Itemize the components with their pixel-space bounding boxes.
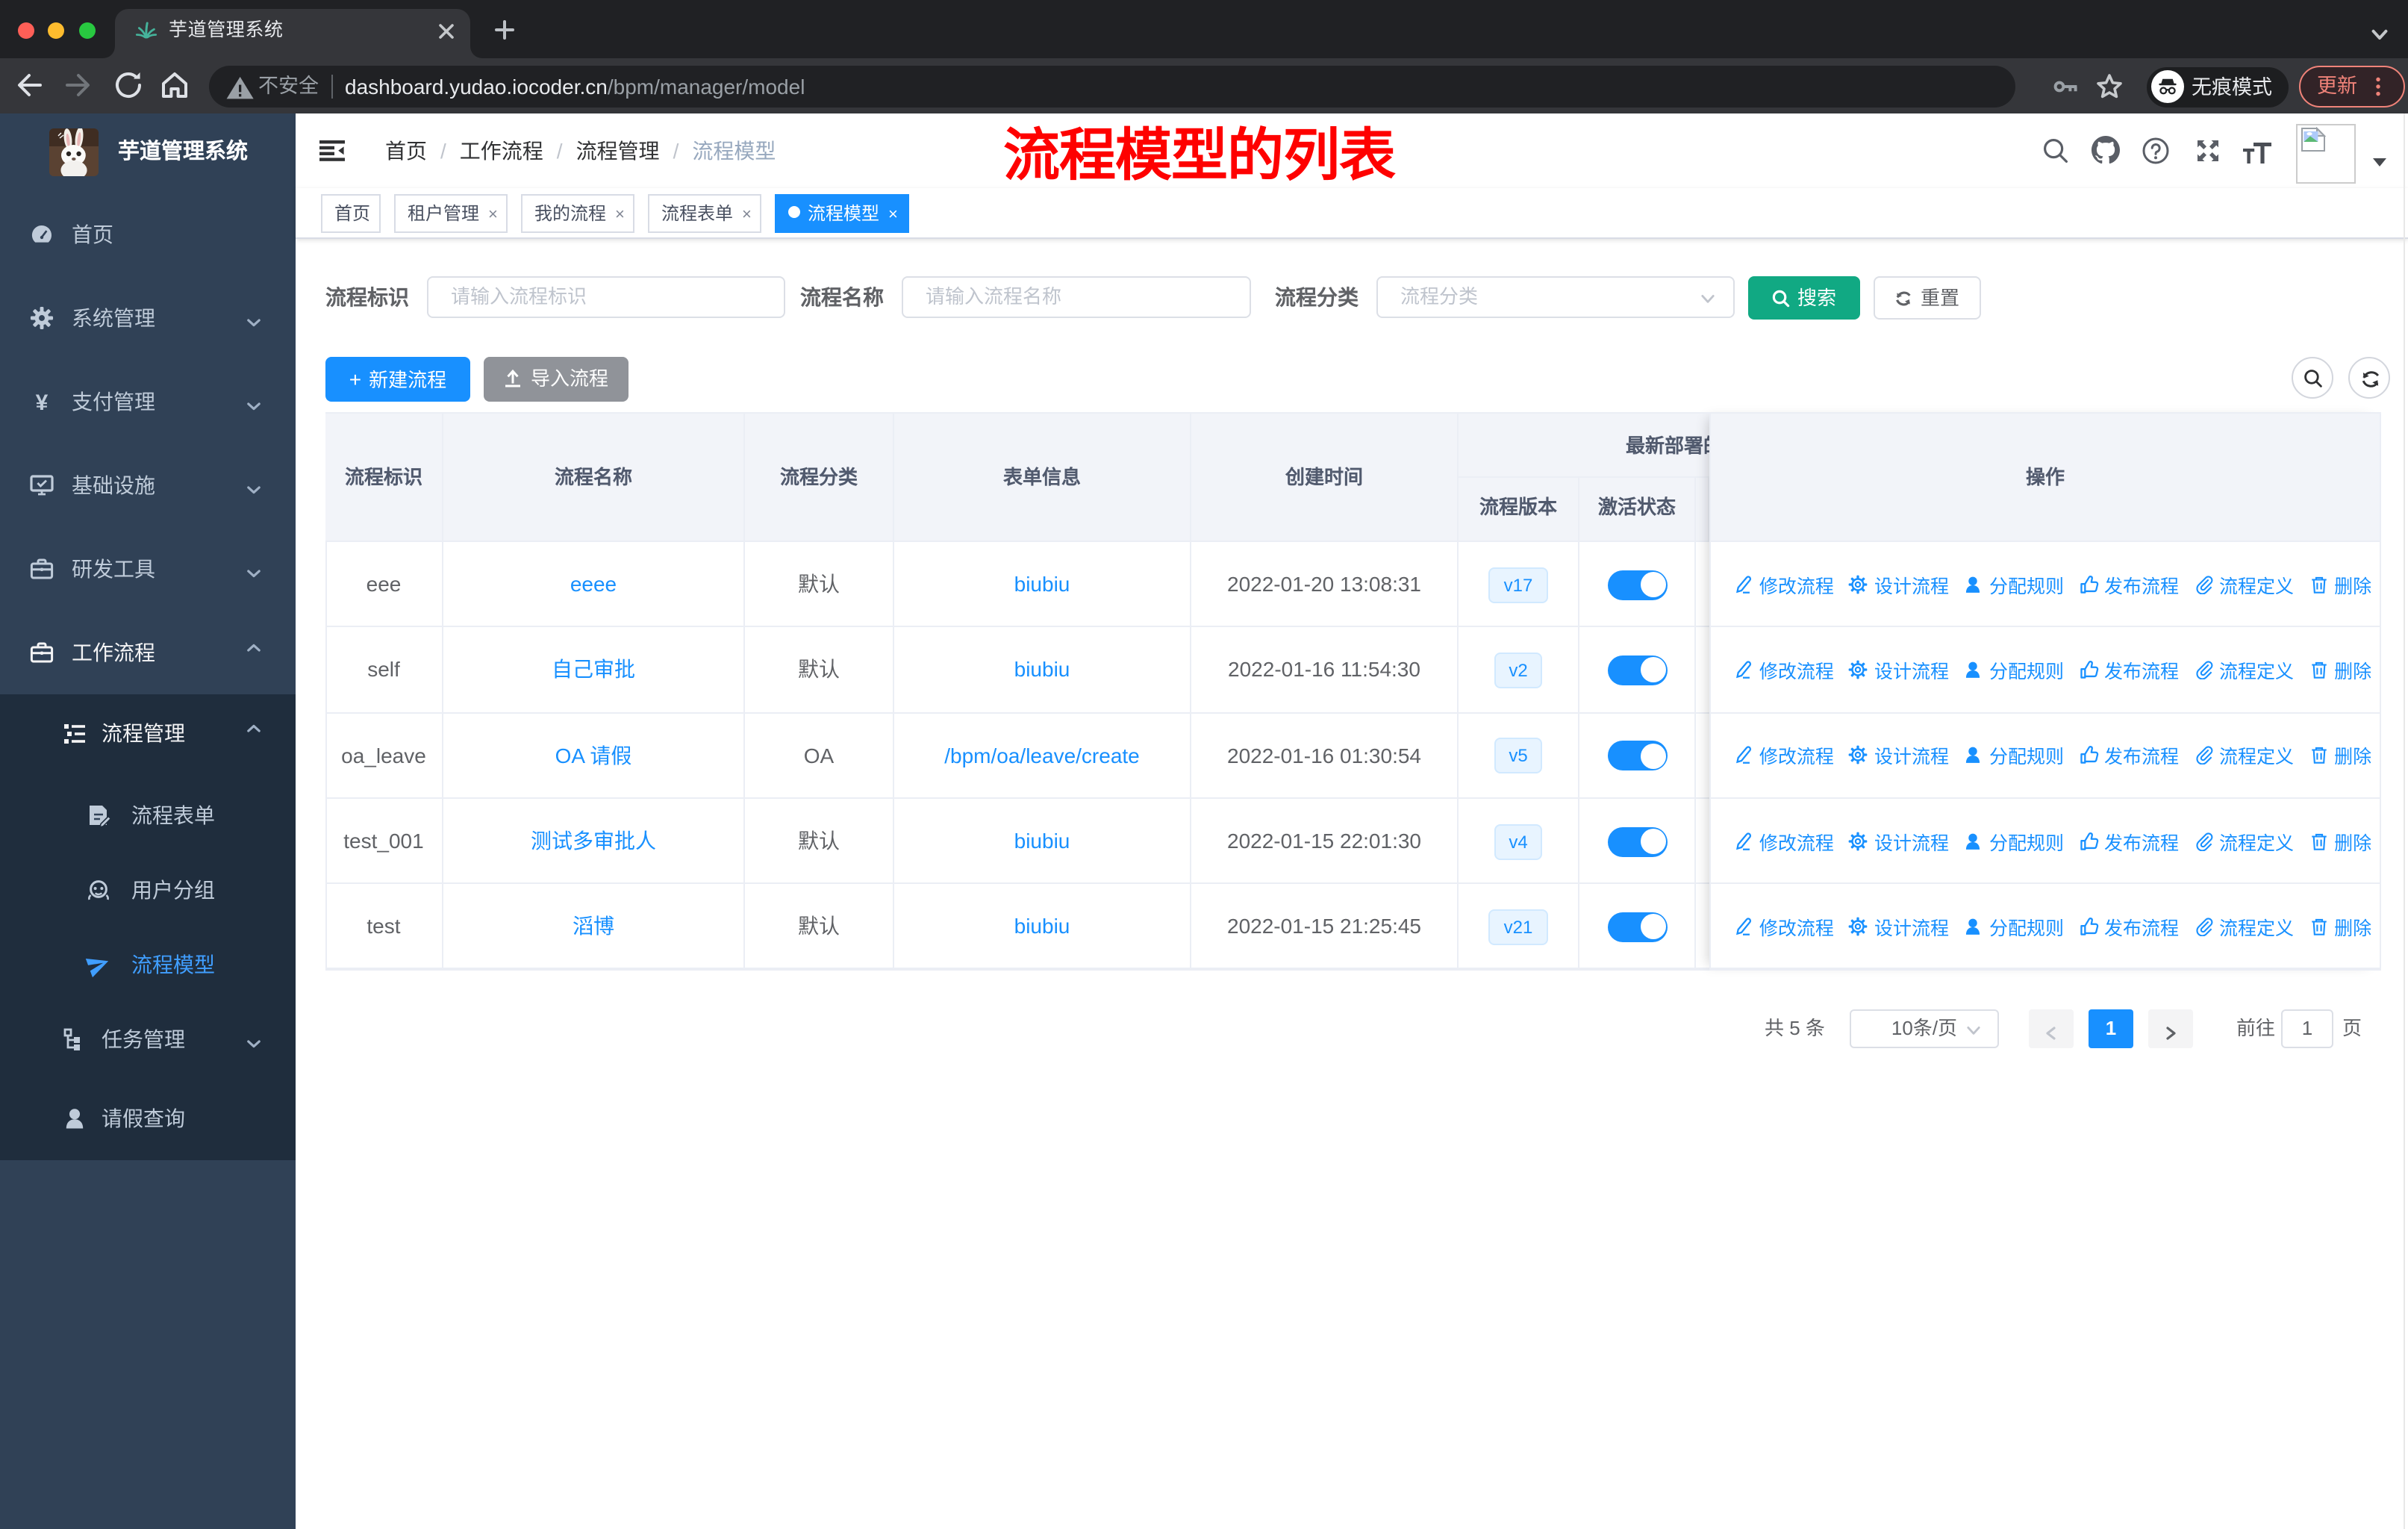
svg-text:¥: ¥ [36, 390, 49, 414]
